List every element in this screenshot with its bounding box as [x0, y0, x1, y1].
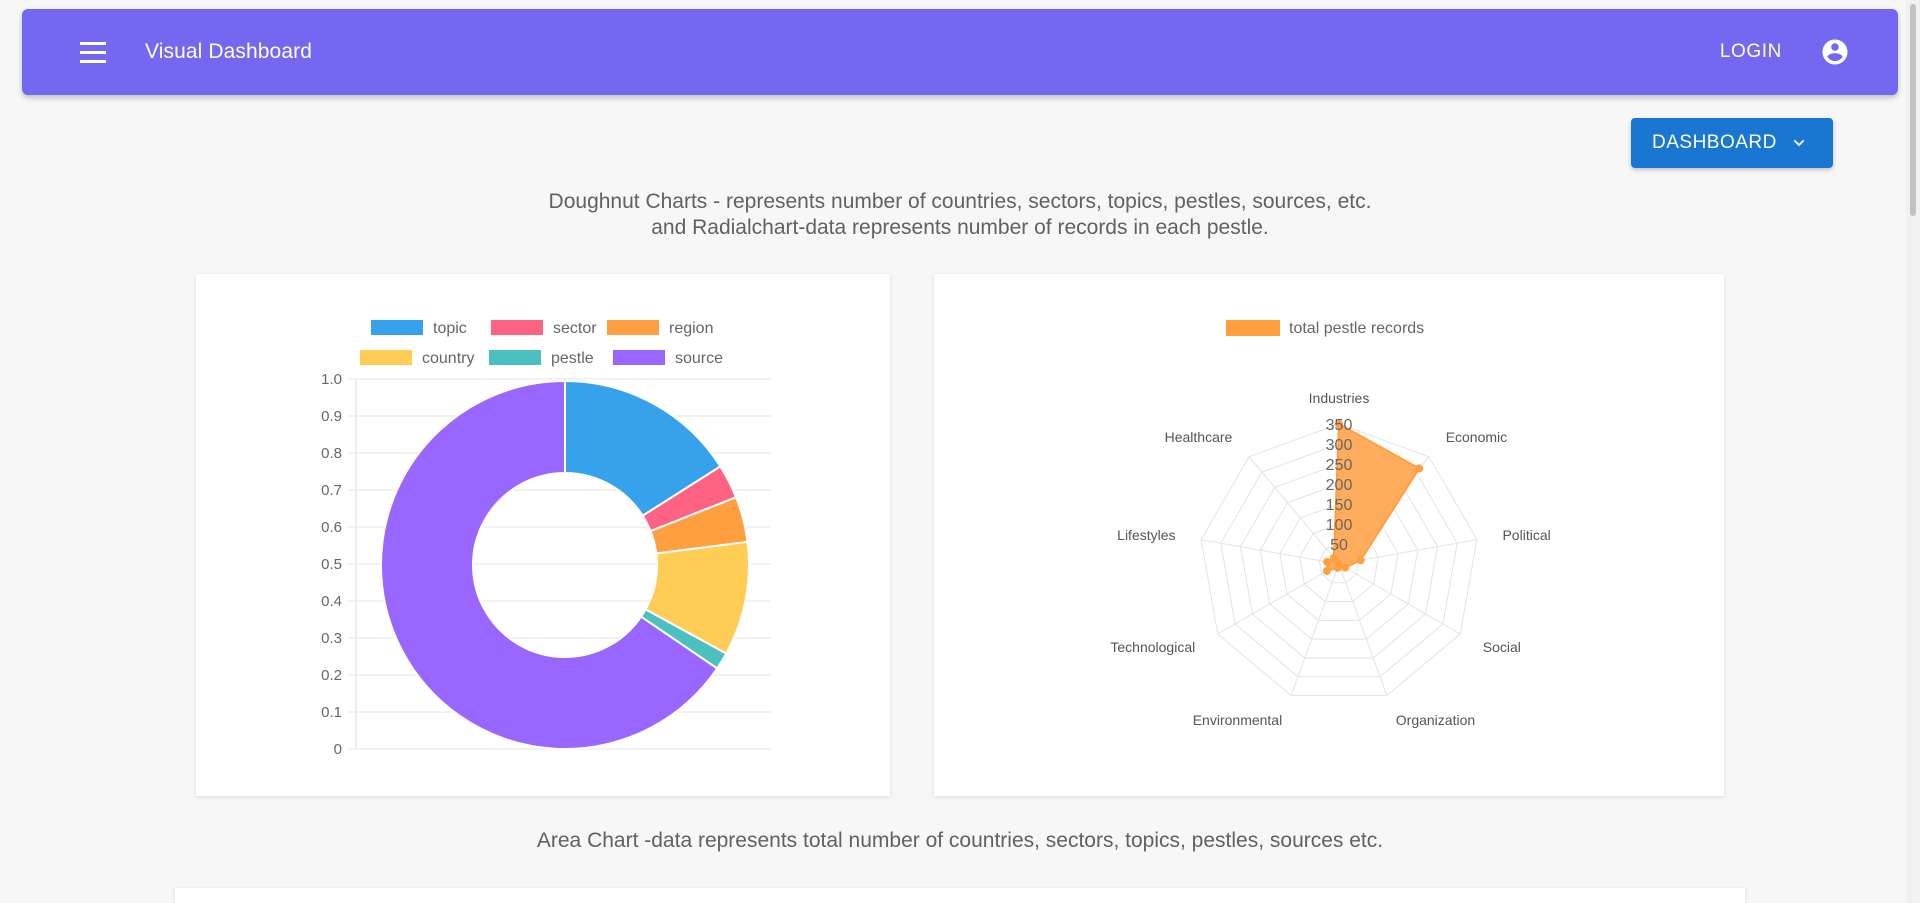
radar-category-label: Healthcare — [1165, 429, 1233, 445]
y-tick-label: 0.6 — [321, 519, 342, 536]
scrollbar-thumb[interactable] — [1910, 4, 1916, 216]
login-button[interactable]: LOGIN — [1720, 41, 1782, 63]
radar-tick-label: 300 — [1326, 437, 1353, 454]
y-tick-label: 0.2 — [321, 667, 342, 684]
y-tick-label: 0.3 — [321, 630, 342, 647]
chevron-down-icon — [1793, 139, 1805, 147]
y-tick-label: 0.1 — [321, 704, 342, 721]
radar-point-Environmental — [1333, 563, 1342, 572]
legend-label-region: region — [669, 320, 713, 337]
y-tick-label: 0.8 — [321, 445, 342, 462]
radar-category-label: Lifestyles — [1117, 527, 1175, 543]
legend-swatch-pestle — [489, 350, 541, 365]
doughnut-chart-card: topic sector region country pestle source 1.0 0… — [196, 274, 890, 796]
radar-point-Political — [1356, 556, 1365, 565]
y-tick-label: 0.9 — [321, 408, 342, 425]
radar-spoke — [1338, 563, 1388, 696]
y-tick-label: 1.0 — [321, 371, 342, 388]
radar-tick-label: 200 — [1326, 477, 1353, 494]
doughnut-description-line1: Doughnut Charts - represents number of c… — [548, 190, 1372, 213]
radar-point-Healthcare — [1329, 553, 1338, 562]
legend-label-source: source — [675, 350, 723, 367]
radar-spoke — [1338, 563, 1461, 635]
legend-label-total-pestle-records: total pestle records — [1289, 320, 1424, 337]
radar-tick-label: 250 — [1326, 457, 1353, 474]
radar-category-label: Political — [1502, 527, 1550, 543]
y-tick-label: 0.7 — [321, 482, 342, 499]
radar-tick-label: 50 — [1330, 537, 1348, 554]
legend-swatch-source — [613, 350, 665, 365]
radar-category-label: Social — [1483, 639, 1521, 655]
y-tick-label: 0.5 — [321, 556, 342, 573]
menu-button[interactable] — [65, 24, 121, 80]
radar-chart: total pestle records 350 300 250 200 150 100 50… — [1110, 320, 1551, 728]
radar-category-label: Technological — [1110, 639, 1195, 655]
radar-tick-label: 150 — [1326, 497, 1353, 514]
legend-swatch-total-pestle-records — [1226, 320, 1280, 336]
menu-icon — [80, 39, 106, 66]
radar-spoke — [1290, 563, 1340, 696]
radar-point-Lifestyles — [1323, 557, 1332, 566]
dashboard-button-label: DASHBOARD — [1652, 132, 1777, 153]
scrollbar[interactable] — [1906, 0, 1920, 903]
legend-swatch-sector — [491, 320, 543, 335]
area-chart-description: Area Chart -data represents total number… — [536, 829, 1384, 852]
legend-label-country: country — [422, 350, 474, 367]
radar-category-label: Organization — [1396, 712, 1475, 728]
dashboard-dropdown-button[interactable]: DASHBOARD — [1631, 118, 1833, 168]
radar-category-label: Environmental — [1193, 712, 1283, 728]
legend-label-sector: sector — [553, 320, 597, 337]
legend-swatch-country — [360, 350, 412, 365]
legend-swatch-region — [607, 320, 659, 335]
radar-category-label: Economic — [1446, 429, 1507, 445]
radar-tick-label: 350 — [1326, 417, 1353, 434]
legend-label-pestle: pestle — [551, 350, 594, 367]
account-circle-icon[interactable] — [1820, 37, 1850, 67]
y-tick-label: 0 — [334, 741, 342, 758]
y-tick-label: 0.4 — [321, 593, 342, 610]
radar-point-Technological — [1322, 567, 1331, 575]
radar-tick-label: 100 — [1326, 517, 1353, 534]
app-title: Visual Dashboard — [145, 40, 312, 63]
legend-swatch-topic — [371, 320, 423, 335]
radar-spoke — [1217, 563, 1340, 635]
doughnut-description-line2: and Radialchart-data represents number o… — [651, 216, 1269, 239]
radar-chart-card: total pestle records 350 300 250 200 150 100 50… — [934, 274, 1724, 796]
doughnut-description: Doughnut Charts - represents number of c… — [0, 189, 1920, 241]
doughnut-chart: topic sector region country pestle source 1.0 0… — [321, 320, 771, 758]
radar-spoke — [1201, 539, 1340, 565]
legend-label-topic: topic — [433, 320, 467, 337]
area-chart-card — [175, 888, 1745, 903]
app-bar: Visual Dashboard LOGIN — [22, 9, 1898, 95]
radar-point-Economic — [1415, 464, 1424, 473]
radar-category-label: Industries — [1309, 390, 1370, 406]
